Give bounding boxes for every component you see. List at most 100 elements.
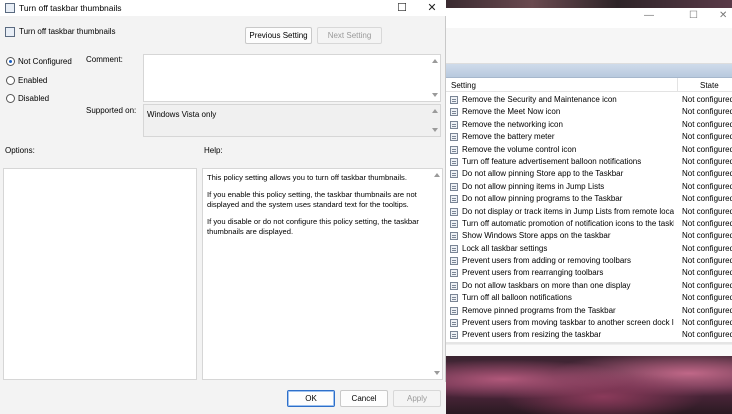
policy-setting-icon (450, 182, 458, 191)
setting-name: Prevent users from rearranging toolbars (462, 268, 604, 278)
setting-row[interactable]: Do not allow pinning programs to the Tas… (446, 193, 732, 205)
setting-row[interactable]: Turn off all balloon notifications Not co… (446, 292, 732, 304)
setting-row[interactable]: Remove the battery meter Not configured (446, 131, 732, 143)
setting-row[interactable]: Turn off automatic promotion of notifica… (446, 218, 732, 230)
policy-setting-icon (450, 219, 458, 228)
policy-setting-icon (450, 207, 458, 216)
scroll-down-icon[interactable] (432, 93, 438, 97)
policy-setting-icon (450, 96, 458, 104)
help-scrollbar[interactable] (432, 169, 442, 379)
supported-on-label: Supported on: (86, 106, 137, 115)
setting-row[interactable]: Remove the networking icon Not configured (446, 119, 732, 131)
scroll-down-icon[interactable] (434, 371, 440, 375)
column-setting[interactable]: Setting (451, 81, 476, 90)
policy-name: Turn off taskbar thumbnails (19, 27, 116, 36)
setting-name: Prevent users from adding or removing to… (462, 256, 631, 266)
policy-setting-icon (450, 108, 458, 117)
column-state[interactable]: State (700, 81, 719, 90)
setting-name: Remove the networking icon (462, 119, 563, 129)
scroll-up-icon[interactable] (432, 59, 438, 63)
setting-row[interactable]: Prevent users from adding or removing to… (446, 255, 732, 267)
setting-state: Not configured (682, 256, 732, 266)
setting-state: Not configured (682, 132, 732, 142)
previous-setting-button[interactable]: Previous Setting (245, 27, 312, 44)
ok-button[interactable]: OK (287, 390, 335, 407)
setting-state: Not configured (682, 119, 732, 129)
setting-row[interactable]: Prevent users from moving taskbar to ano… (446, 317, 732, 329)
setting-name: Remove the Security and Maintenance icon (462, 95, 617, 104)
policy-setting-icon (450, 331, 458, 340)
setting-state: Not configured (682, 243, 732, 253)
setting-row[interactable]: Do not display or track items in Jump Li… (446, 206, 732, 218)
setting-row[interactable]: Prevent users from resizing the taskbar N… (446, 329, 732, 341)
setting-row[interactable]: Lock all taskbar settings Not configured (446, 243, 732, 255)
editor-description-bar (446, 64, 732, 78)
scroll-down-icon[interactable] (432, 128, 438, 132)
setting-name: Lock all taskbar settings (462, 243, 548, 253)
setting-row[interactable]: Show Windows Store apps on the taskbar No… (446, 230, 732, 242)
policy-setting-icon (450, 195, 458, 204)
setting-row[interactable]: Remove the Security and Maintenance icon… (446, 94, 732, 106)
setting-name: Remove the battery meter (462, 132, 555, 142)
setting-state: Not configured (682, 181, 732, 191)
horizontal-scrollbar[interactable] (446, 344, 732, 356)
policy-setting-icon (450, 294, 458, 303)
setting-row[interactable]: Remove the Meet Now icon Not configured (446, 106, 732, 118)
next-setting-button[interactable]: Next Setting (317, 27, 382, 44)
scroll-up-icon[interactable] (434, 173, 440, 177)
setting-name: Remove pinned programs from the Taskbar (462, 305, 616, 315)
editor-minimize-button[interactable]: — (644, 8, 654, 24)
radio-label: Disabled (18, 94, 50, 103)
apply-button[interactable]: Apply (393, 390, 441, 407)
setting-state: Not configured (682, 194, 732, 204)
editor-maximize-button[interactable]: ☐ (689, 8, 698, 24)
comment-scrollbar[interactable] (430, 55, 440, 101)
options-label: Options: (5, 146, 35, 155)
policy-dialog: Turn off taskbar thumbnails ☐ ✕ Turn off… (0, 0, 446, 414)
column-separator[interactable] (677, 78, 678, 92)
dialog-maximize-button[interactable]: ☐ (388, 0, 416, 16)
editor-close-button[interactable]: ✕ (719, 8, 727, 24)
setting-name: Turn off automatic promotion of notifica… (462, 218, 674, 228)
policy-setting-icon (450, 232, 458, 241)
setting-row[interactable]: Do not allow taskbars on more than one d… (446, 280, 732, 292)
setting-row[interactable]: Remove pinned programs from the Taskbar N… (446, 305, 732, 317)
settings-column-header: Setting State (446, 78, 732, 92)
supported-scrollbar[interactable] (430, 105, 440, 136)
setting-state: Not configured (682, 218, 732, 228)
dialog-title: Turn off taskbar thumbnails (19, 3, 122, 13)
setting-state: Not configured (682, 144, 732, 154)
setting-state: Not configured (682, 156, 732, 166)
setting-state: Not configured (682, 107, 732, 117)
help-paragraph: If you enable this policy setting, the t… (207, 190, 417, 209)
setting-state: Not configured (682, 280, 732, 290)
setting-state: Not configured (682, 169, 732, 179)
setting-state: Not configured (682, 231, 732, 241)
scroll-up-icon[interactable] (432, 109, 438, 113)
comment-label: Comment: (86, 55, 123, 64)
dialog-button-bar: OK Cancel Apply (0, 382, 446, 414)
dialog-close-button[interactable]: ✕ (418, 0, 446, 16)
setting-name: Remove the Meet Now icon (462, 107, 561, 117)
policy-setting-icon (450, 244, 458, 253)
setting-row[interactable]: Do not allow pinning items in Jump Lists… (446, 181, 732, 193)
cancel-button[interactable]: Cancel (340, 390, 388, 407)
setting-name: Show Windows Store apps on the taskbar (462, 231, 611, 241)
policy-setting-icon (450, 170, 458, 179)
setting-row[interactable]: Turn off feature advertisement balloon n… (446, 156, 732, 168)
radio-label: Not Configured (18, 57, 72, 66)
setting-state: Not configured (682, 330, 732, 340)
setting-row[interactable]: Do not allow pinning Store app to the Ta… (446, 168, 732, 180)
dialog-titlebar: Turn off taskbar thumbnails ☐ ✕ (0, 0, 446, 16)
setting-name: Prevent users from moving taskbar to ano… (462, 318, 674, 328)
setting-name: Do not allow pinning items in Jump Lists (462, 181, 605, 191)
policy-setting-icon (450, 306, 458, 315)
policy-setting-icon (450, 319, 458, 328)
setting-name: Turn off all balloon notifications (462, 293, 572, 303)
comment-textarea[interactable] (143, 54, 441, 102)
setting-row[interactable]: Remove the volume control icon Not config… (446, 144, 732, 156)
policy-editor-window: — ☐ ✕ Setting State Remove the Security … (446, 8, 732, 356)
setting-row[interactable]: Prevent users from rearranging toolbars N… (446, 267, 732, 279)
setting-state: Not configured (682, 305, 732, 315)
policy-setting-icon (450, 281, 458, 290)
